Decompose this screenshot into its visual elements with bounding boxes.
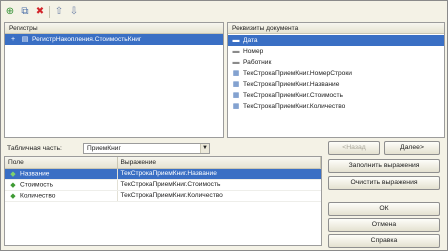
requisite-item[interactable]: ▦ ТекСтрокаПриемКниг.Количество bbox=[228, 101, 444, 112]
field-icon: ▬ bbox=[232, 37, 240, 44]
move-down-icon[interactable]: ⇩ bbox=[68, 6, 80, 18]
registers-header: Регистры bbox=[5, 23, 223, 34]
attribute-icon: ◆ bbox=[10, 170, 16, 178]
table-row[interactable]: ◆ Название ТекСтрокаПриемКниг.Название bbox=[5, 168, 321, 180]
fill-expressions-button[interactable]: Заполнить выражения bbox=[328, 159, 440, 173]
column-header-expression[interactable]: Выражение bbox=[117, 157, 321, 169]
table-field-icon: ▦ bbox=[232, 70, 240, 77]
field-cell: ◆ Стоимость bbox=[5, 179, 118, 191]
expression-cell[interactable]: ТекСтрокаПриемКниг.Название bbox=[117, 168, 321, 180]
requisite-item[interactable]: ▦ ТекСтрокаПриемКниг.НомерСтроки bbox=[228, 68, 444, 79]
clear-expressions-button[interactable]: Очистить выражения bbox=[328, 176, 440, 190]
table-row[interactable]: ◆ Количество ТекСтрокаПриемКниг.Количеств… bbox=[5, 190, 321, 202]
copy-icon[interactable]: ⧉ bbox=[19, 6, 31, 18]
move-up-icon[interactable]: ⇧ bbox=[53, 6, 65, 18]
register-item-label: РегистрНакопления.СтоимостьКниг bbox=[32, 36, 142, 43]
requisite-item-label: Дата bbox=[243, 37, 258, 44]
requisite-item-label: ТекСтрокаПриемКниг.Количество bbox=[243, 103, 346, 110]
field-name: Количество bbox=[20, 192, 56, 200]
expression-cell[interactable]: ТекСтрокаПриемКниг.Количество bbox=[117, 190, 321, 202]
field-cell: ◆ Название bbox=[5, 168, 118, 180]
requisite-item[interactable]: ▦ ТекСтрокаПриемКниг.Название bbox=[228, 79, 444, 90]
requisite-item[interactable]: ▬ Работник bbox=[228, 57, 444, 68]
add-icon[interactable]: ⊕ bbox=[4, 6, 16, 18]
table-field-icon: ▦ bbox=[232, 92, 240, 99]
tabular-part-select[interactable]: ПриемКниг ▼ bbox=[83, 143, 210, 154]
tabular-part-label: Табличная часть: bbox=[7, 145, 62, 152]
field-name: Стоимость bbox=[20, 181, 54, 189]
toolbar: ⊕ ⧉ ✖ ⇧ ⇩ bbox=[4, 4, 80, 20]
delete-icon[interactable]: ✖ bbox=[34, 6, 46, 18]
toolbar-separator bbox=[49, 6, 50, 18]
next-button[interactable]: Далее> bbox=[384, 141, 440, 155]
requisites-panel: Реквизиты документа ▬ Дата ▬ Номер ▬ Раб… bbox=[227, 22, 445, 138]
requisite-item[interactable]: ▬ Дата bbox=[228, 35, 444, 46]
table-row[interactable]: ◆ Стоимость ТекСтрокаПриемКниг.Стоимость bbox=[5, 179, 321, 191]
registers-panel: Регистры + ▤ РегистрНакопления.Стоимость… bbox=[4, 22, 224, 138]
requisite-item[interactable]: ▬ Номер bbox=[228, 46, 444, 57]
attribute-icon: ◆ bbox=[10, 192, 16, 200]
register-item[interactable]: + ▤ РегистрНакопления.СтоимостьКниг bbox=[5, 34, 223, 45]
requisite-item-label: Номер bbox=[243, 48, 264, 55]
requisite-item-label: ТекСтрокаПриемКниг.Название bbox=[243, 81, 340, 88]
expression-cell[interactable]: ТекСтрокаПриемКниг.Стоимость bbox=[117, 179, 321, 191]
register-movements-wizard-window: ⊕ ⧉ ✖ ⇧ ⇩ Регистры + ▤ РегистрНакопления… bbox=[0, 0, 448, 251]
ok-button[interactable]: ОК bbox=[328, 202, 440, 216]
field-cell: ◆ Количество bbox=[5, 190, 118, 202]
field-name: Название bbox=[20, 170, 50, 178]
help-button[interactable]: Справка bbox=[328, 234, 440, 248]
back-button[interactable]: <Назад bbox=[328, 141, 380, 155]
chevron-down-icon[interactable]: ▼ bbox=[200, 144, 209, 153]
field-mapping-table: Поле Выражение ◆ Название ТекСтрокаПриемК… bbox=[4, 156, 322, 246]
register-icon: ▤ bbox=[21, 36, 29, 43]
field-icon: ▬ bbox=[232, 48, 240, 55]
table-field-icon: ▦ bbox=[232, 81, 240, 88]
requisite-item-label: Работник bbox=[243, 59, 272, 66]
table-field-icon: ▦ bbox=[232, 103, 240, 110]
requisite-item-label: ТекСтрокаПриемКниг.НомерСтроки bbox=[243, 70, 352, 77]
tabular-part-value: ПриемКниг bbox=[87, 145, 121, 152]
attribute-icon: ◆ bbox=[10, 181, 16, 189]
field-icon: ▬ bbox=[232, 59, 240, 66]
requisite-item-label: ТекСтрокаПриемКниг.Стоимость bbox=[243, 92, 343, 99]
column-header-field[interactable]: Поле bbox=[5, 157, 118, 169]
expand-icon[interactable]: + bbox=[8, 35, 18, 44]
requisites-header: Реквизиты документа bbox=[228, 23, 444, 34]
cancel-button[interactable]: Отмена bbox=[328, 218, 440, 232]
requisite-item[interactable]: ▦ ТекСтрокаПриемКниг.Стоимость bbox=[228, 90, 444, 101]
